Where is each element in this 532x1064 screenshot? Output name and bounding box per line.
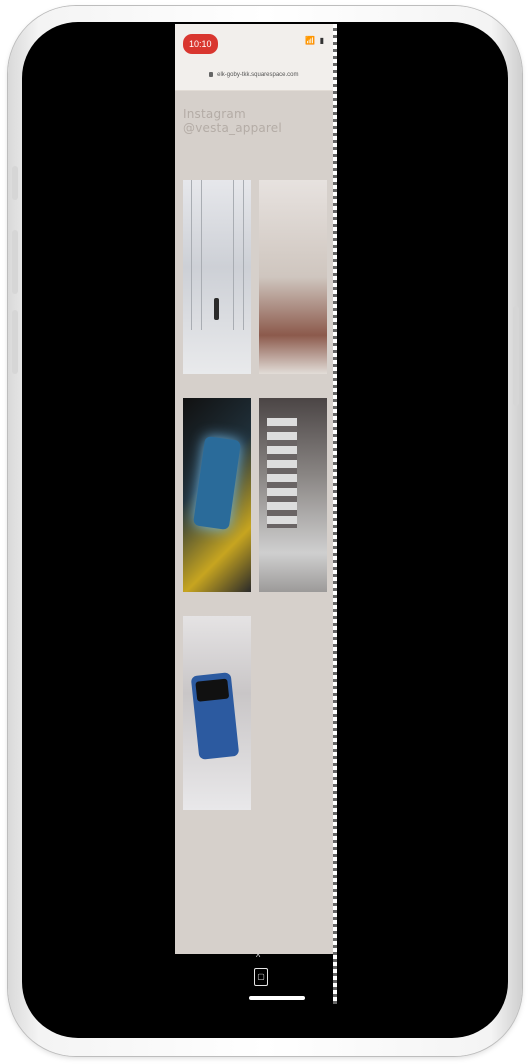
status-time: 10:10 <box>183 34 218 54</box>
signal-battery-icon: 📶 ▮ <box>305 36 325 45</box>
photo-building-facade-snow[interactable] <box>259 398 327 592</box>
photo-city-bus-snow[interactable] <box>183 616 251 810</box>
photo-walk-signal[interactable] <box>183 398 251 592</box>
browser-viewport: 10:10 📶 ▮ elk-goby-tkk.squarespace.com I… <box>175 24 333 954</box>
lock-icon <box>209 71 214 77</box>
power-button <box>513 306 519 406</box>
photo-snowy-street-people[interactable] <box>259 180 327 374</box>
volume-down-button <box>12 310 18 374</box>
mute-switch <box>12 166 18 200</box>
scroll-indicator <box>333 24 337 1004</box>
share-icon[interactable]: ^ <box>256 952 260 962</box>
home-indicator[interactable] <box>249 996 305 1000</box>
status-bar: 10:10 📶 ▮ <box>175 24 333 64</box>
tabs-icon[interactable]: ▢ <box>254 968 268 986</box>
url-bar[interactable]: elk-goby-tkk.squarespace.com <box>175 64 333 91</box>
photo-bridge-walkway[interactable] <box>183 180 251 374</box>
volume-up-button <box>12 230 18 294</box>
url-text: elk-goby-tkk.squarespace.com <box>217 72 299 78</box>
instagram-heading: Instagram @vesta_apparel <box>183 107 282 135</box>
